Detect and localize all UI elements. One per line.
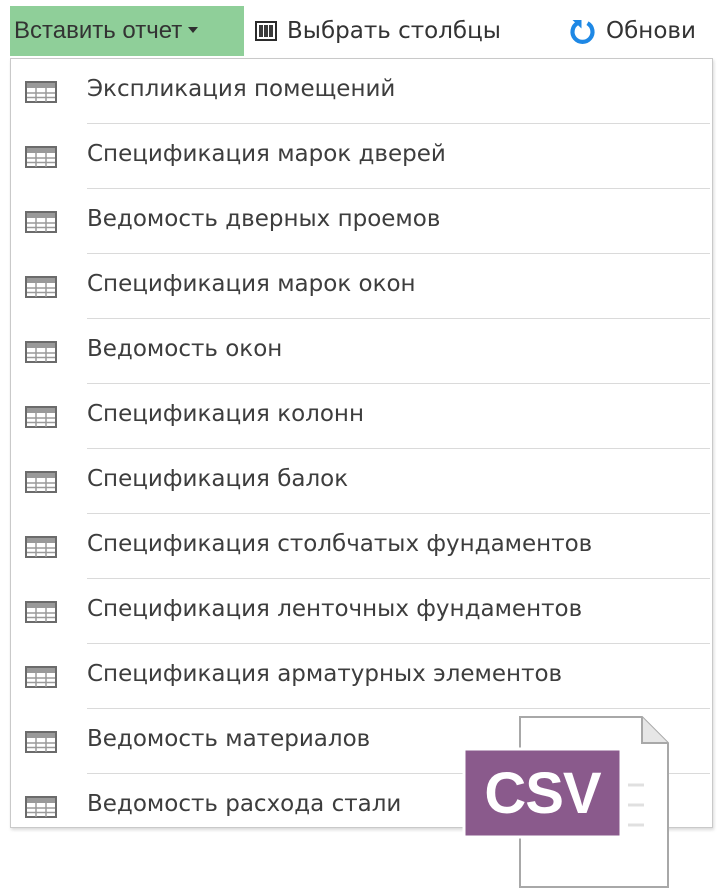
refresh-icon [568,17,596,45]
table-icon [25,601,57,627]
menu-item[interactable]: Экспликация помещений [11,59,712,124]
insert-report-label: Вставить отчет [14,17,183,44]
refresh-label: Обнови [606,18,696,44]
table-icon [25,341,57,367]
menu-item-label: Экспликация помещений [87,76,396,102]
table-icon [25,146,57,172]
menu-item-label: Спецификация столбчатых фундаментов [87,531,593,557]
menu-item[interactable]: Спецификация балок [11,449,712,514]
table-icon [25,666,57,692]
menu-item[interactable]: Спецификация колонн [11,384,712,449]
menu-item-label: Ведомость окон [87,336,283,362]
table-icon [25,211,57,237]
menu-item-label: Ведомость расхода стали [87,791,402,817]
insert-report-button[interactable]: Вставить отчет [10,6,244,56]
menu-item-label: Спецификация ленточных фундаментов [87,596,583,622]
menu-item[interactable]: Спецификация ленточных фундаментов [11,579,712,644]
menu-item-label: Спецификация колонн [87,401,365,427]
menu-item[interactable]: Спецификация марок окон [11,254,712,319]
table-icon [25,276,57,302]
menu-item-label: Спецификация арматурных элементов [87,661,563,687]
table-icon [25,406,57,432]
refresh-button[interactable]: Обнови [568,6,696,56]
menu-item[interactable]: Спецификация столбчатых фундаментов [11,514,712,579]
columns-icon [255,21,277,41]
menu-item-label: Ведомость материалов [87,726,371,752]
select-columns-label: Выбрать столбцы [287,18,501,44]
menu-item[interactable]: Спецификация марок дверей [11,124,712,189]
table-icon [25,81,57,107]
table-icon [25,471,57,497]
menu-item-label: Ведомость дверных проемов [87,206,441,232]
table-icon [25,536,57,562]
select-columns-button[interactable]: Выбрать столбцы [255,6,501,56]
csv-label: CSV [484,760,601,826]
table-icon [25,796,57,822]
csv-file-icon: CSV [458,715,673,889]
menu-item[interactable]: Спецификация арматурных элементов [11,644,712,709]
menu-item[interactable]: Ведомость дверных проемов [11,189,712,254]
chevron-down-icon [188,27,199,33]
menu-item-label: Спецификация марок окон [87,271,416,297]
report-toolbar: Вставить отчет Выбрать столбцы Обнови [0,0,719,60]
insert-report-dropdown: Экспликация помещений Спецификация марок … [10,58,713,828]
menu-item-label: Спецификация марок дверей [87,141,446,167]
menu-item-label: Спецификация балок [87,466,349,492]
menu-item[interactable]: Ведомость окон [11,319,712,384]
table-icon [25,731,57,757]
